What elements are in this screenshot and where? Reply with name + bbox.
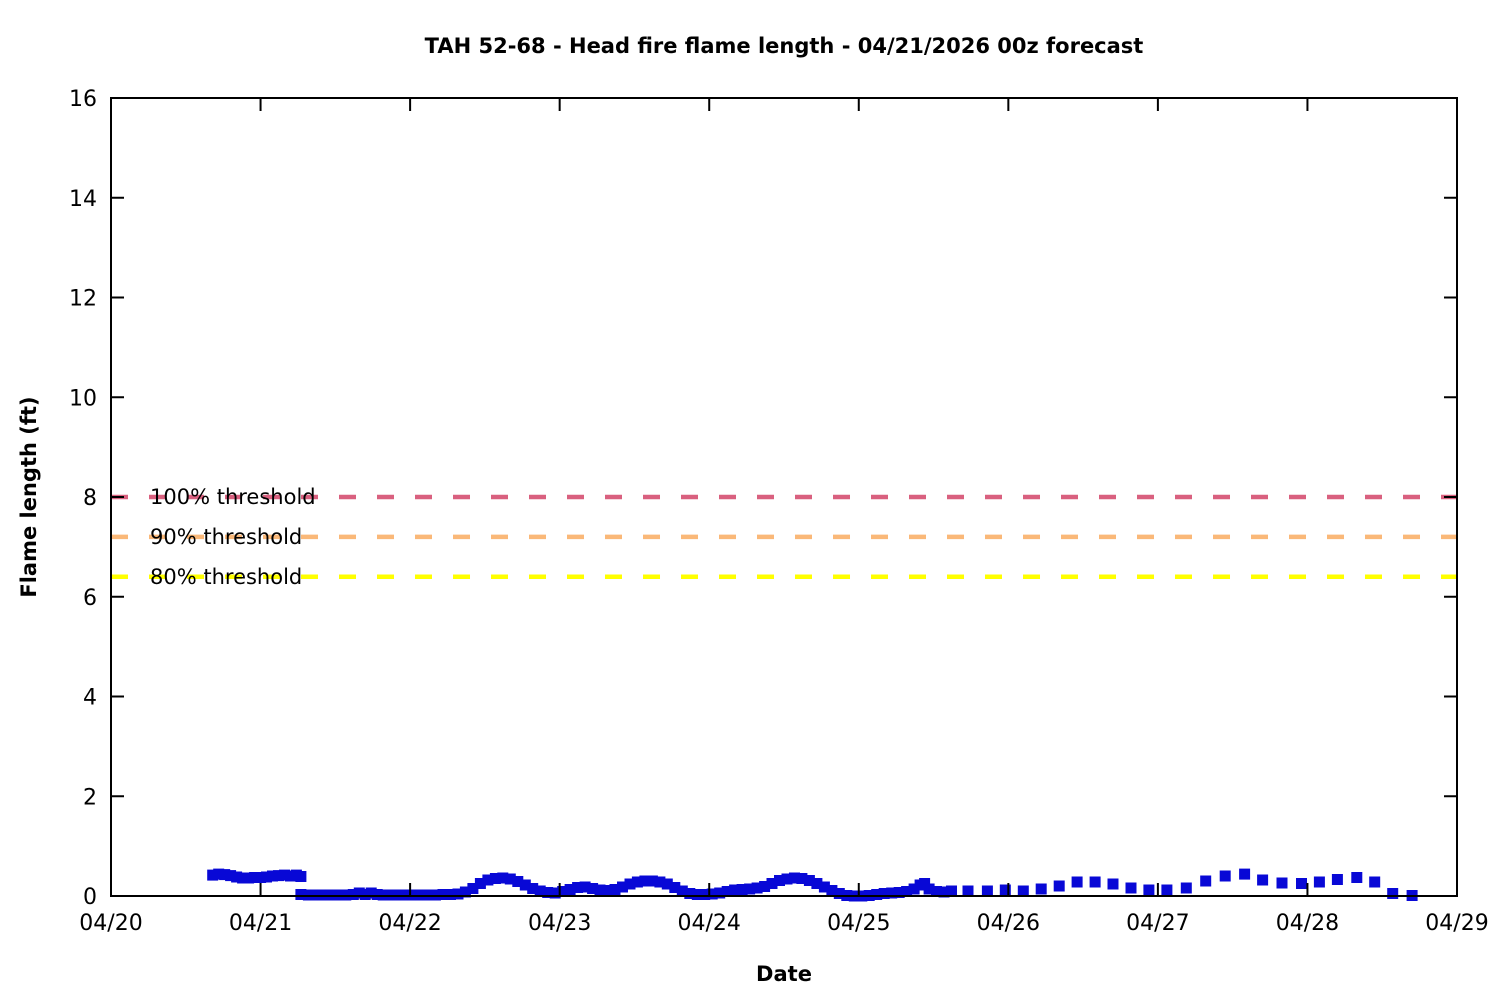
data-point (1239, 868, 1251, 880)
x-tick-labels: 04/20 04/21 04/22 04/23 04/24 04/25 04/26 04/27… (79, 911, 1488, 936)
data-point (1331, 874, 1343, 885)
legend-label-80-threshold: 80% threshold (150, 564, 303, 589)
data-point (1313, 876, 1325, 888)
data-point (1219, 870, 1231, 882)
data-point (1180, 882, 1192, 894)
data-point (1089, 876, 1101, 888)
data-point (1125, 882, 1137, 894)
data-point (1071, 876, 1083, 888)
x-tick-label: 04/21 (229, 911, 292, 936)
data-point (1017, 885, 1029, 897)
x-tick-label: 04/28 (1276, 911, 1339, 936)
data-point (1296, 878, 1307, 889)
x-tick-label: 04/29 (1425, 911, 1488, 936)
data-point (1276, 877, 1288, 889)
y-tick-label: 8 (83, 486, 97, 511)
legend-label-100-threshold: 100% threshold (150, 485, 316, 509)
data-point (1200, 875, 1212, 887)
y-tick-label: 10 (69, 386, 97, 411)
data-point (295, 871, 307, 882)
y-tick-label: 0 (83, 885, 97, 910)
x-tick-label: 04/20 (79, 911, 142, 936)
data-point (981, 885, 993, 897)
data-point (1161, 884, 1173, 896)
y-tick-labels: 0 2 4 6 8 10 12 14 16 (69, 87, 97, 910)
data-point (1387, 888, 1399, 899)
chart-canvas: TAH 52-68 - Head fire flame length - 04/… (0, 0, 1500, 1000)
legend-label-90-threshold: 90% threshold (150, 524, 303, 549)
x-tick-label: 04/27 (1126, 911, 1189, 936)
y-tick-label: 16 (69, 87, 97, 112)
x-tick-label: 04/26 (977, 911, 1040, 936)
data-point (1257, 874, 1269, 886)
data-point (1035, 883, 1047, 895)
data-point (1369, 876, 1381, 888)
x-tick-label: 04/25 (827, 911, 890, 936)
data-point (1351, 872, 1363, 883)
y-tick-label: 12 (69, 287, 97, 312)
y-tick-label: 6 (83, 586, 97, 611)
y-tick-label: 2 (83, 785, 97, 810)
y-tick-label: 14 (69, 187, 97, 212)
data-point (946, 885, 957, 897)
x-tick-label: 04/23 (528, 911, 591, 936)
data-point (962, 885, 974, 897)
x-tick-label: 04/24 (678, 911, 741, 936)
data-point (1053, 880, 1065, 892)
data-point (1107, 878, 1119, 890)
data-point (1143, 884, 1155, 896)
y-tick-label: 4 (83, 686, 97, 711)
x-tick-label: 04/22 (378, 911, 441, 936)
